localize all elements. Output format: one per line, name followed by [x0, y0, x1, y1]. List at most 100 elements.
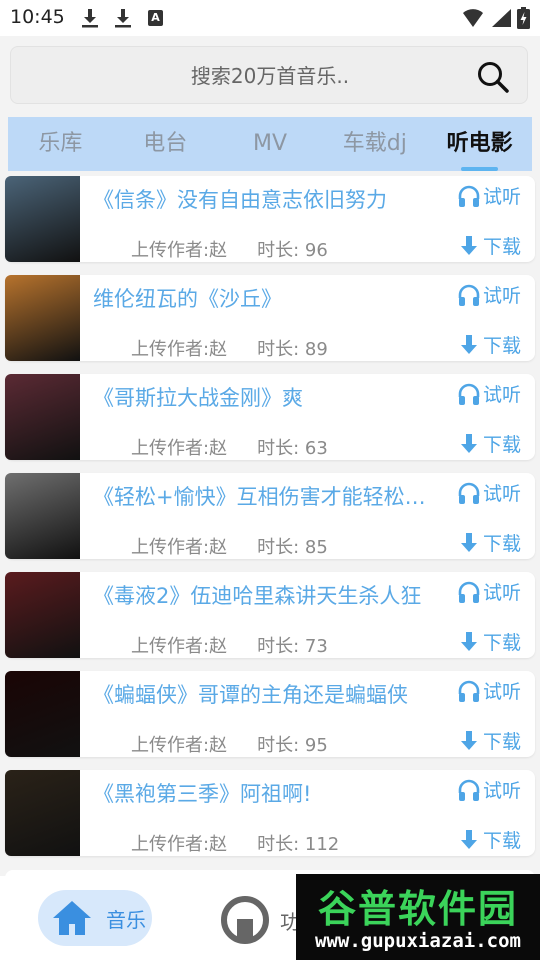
tab-movie-audio[interactable]: 听电影	[427, 117, 532, 171]
headphones-icon	[458, 284, 480, 306]
download-button[interactable]: 下载	[457, 529, 521, 556]
battery-charging-icon	[517, 7, 530, 29]
download-label: 下载	[483, 533, 522, 555]
listen-button[interactable]: 试听	[457, 281, 521, 308]
headphones-icon	[458, 581, 480, 603]
download-label: 下载	[483, 632, 522, 654]
watermark-url: www.gupuxiazai.com	[315, 930, 521, 952]
download-label: 下载	[483, 434, 522, 456]
list-item[interactable]: 《信条》没有自由意志依旧努力上传作者:赵 时长: 96 试听下载	[5, 176, 535, 262]
download-button[interactable]: 下载	[457, 430, 521, 457]
listen-button[interactable]: 试听	[457, 380, 521, 407]
listen-button[interactable]: 试听	[457, 776, 521, 803]
tab-car-dj[interactable]: 车载dj	[322, 117, 427, 171]
tab-library[interactable]: 乐库	[8, 117, 113, 171]
item-title[interactable]: 《哥斯拉大战金刚》爽	[93, 382, 443, 412]
list-item[interactable]: 《黑袍第三季》阿祖啊! 上传作者:赵 时长: 112 试听下载	[5, 770, 535, 856]
item-title[interactable]: 《蝙蝠侠》哥谭的主角还是蝙蝠侠	[93, 679, 443, 709]
item-duration: 时长: 112	[257, 834, 340, 855]
download-icon	[82, 9, 98, 28]
function-icon	[221, 896, 269, 944]
listen-label: 试听	[483, 186, 522, 208]
search-icon[interactable]	[476, 60, 510, 94]
item-meta: 上传作者:赵 时长: 112	[131, 830, 339, 856]
download-arrow-icon	[461, 235, 477, 255]
download-button[interactable]: 下载	[457, 331, 521, 358]
listen-label: 试听	[483, 285, 522, 307]
download-arrow-icon	[461, 829, 477, 849]
download-arrow-icon	[461, 334, 477, 354]
item-title[interactable]: 《轻松+愉快》互相伤害才能轻松愉快	[93, 481, 443, 511]
home-icon	[53, 901, 91, 935]
download-label: 下载	[483, 731, 522, 753]
listen-button[interactable]: 试听	[457, 578, 521, 605]
list-item[interactable]: 《轻松+愉快》互相伤害才能轻松愉快上传作者:赵 时长: 85 试听下载	[5, 473, 535, 559]
listen-label: 试听	[483, 681, 522, 703]
item-meta: 上传作者:赵 时长: 96	[131, 236, 328, 262]
list-item[interactable]: 《毒液2》伍迪哈里森讲天生杀人狂上传作者:赵 时长: 73 试听下载	[5, 572, 535, 658]
movie-poster-thumbnail[interactable]	[5, 374, 80, 460]
item-title[interactable]: 《信条》没有自由意志依旧努力	[93, 184, 443, 214]
item-meta: 上传作者:赵 时长: 89	[131, 335, 328, 361]
signal-icon	[492, 9, 511, 27]
item-duration: 时长: 73	[257, 636, 328, 657]
nav-music-label: 音乐	[106, 908, 146, 932]
headphones-icon	[458, 482, 480, 504]
search-bar[interactable]: 搜索20万首音乐..	[10, 46, 528, 104]
listen-label: 试听	[483, 582, 522, 604]
item-uploader: 上传作者:赵	[131, 735, 228, 756]
item-title[interactable]: 维伦纽瓦的《沙丘》	[93, 283, 443, 313]
item-duration: 时长: 96	[257, 240, 328, 261]
headphones-icon	[458, 680, 480, 702]
download-arrow-icon	[461, 730, 477, 750]
item-uploader: 上传作者:赵	[131, 438, 228, 459]
listen-label: 试听	[483, 780, 522, 802]
movie-poster-thumbnail[interactable]	[5, 275, 80, 361]
download-label: 下载	[483, 335, 522, 357]
item-duration: 时长: 95	[257, 735, 328, 756]
item-uploader: 上传作者:赵	[131, 339, 228, 360]
download-arrow-icon	[461, 631, 477, 651]
item-title[interactable]: 《毒液2》伍迪哈里森讲天生杀人狂	[93, 580, 443, 610]
item-duration: 时长: 85	[257, 537, 328, 558]
download-button[interactable]: 下载	[457, 826, 521, 853]
item-duration: 时长: 89	[257, 339, 328, 360]
list-item[interactable]: 《哥斯拉大战金刚》爽上传作者:赵 时长: 63 试听下载	[5, 374, 535, 460]
item-meta: 上传作者:赵 时长: 63	[131, 434, 328, 460]
list-item[interactable]: 《蝙蝠侠》哥谭的主角还是蝙蝠侠上传作者:赵 时长: 95 试听下载	[5, 671, 535, 757]
search-placeholder[interactable]: 搜索20万首音乐..	[11, 47, 529, 105]
movie-audio-list: 《信条》没有自由意志依旧努力 上传作者:赵 时长: 96 试听 下载 维伦纽瓦的《沙丘》上…	[0, 176, 540, 876]
list-item[interactable]: 维伦纽瓦的《沙丘》上传作者:赵 时长: 89 试听下载	[5, 275, 535, 361]
item-title[interactable]: 《黑袍第三季》阿祖啊!	[93, 778, 443, 808]
download-arrow-icon	[461, 433, 477, 453]
headphones-icon	[458, 779, 480, 801]
item-duration: 时长: 63	[257, 438, 328, 459]
wifi-icon	[463, 9, 483, 27]
item-meta: 上传作者:赵 时长: 95	[131, 731, 328, 757]
download-button[interactable]: 下载	[457, 727, 521, 754]
movie-poster-thumbnail[interactable]	[5, 770, 80, 856]
download-button[interactable]: 下载	[457, 628, 521, 655]
status-time: 10:45	[10, 6, 65, 28]
movie-poster-thumbnail[interactable]	[5, 473, 80, 559]
item-uploader: 上传作者:赵	[131, 537, 228, 558]
category-tabs: 乐库 电台 MV 车载dj 听电影	[8, 117, 532, 171]
item-uploader: 上传作者:赵	[131, 240, 228, 261]
item-meta: 上传作者:赵 时长: 73	[131, 632, 328, 658]
listen-button[interactable]: 试听	[457, 182, 521, 209]
item-uploader: 上传作者:赵	[131, 636, 228, 657]
listen-label: 试听	[483, 384, 522, 406]
tab-mv[interactable]: MV	[218, 117, 323, 171]
item-uploader: 上传作者:赵	[131, 834, 228, 855]
headphones-icon	[458, 185, 480, 207]
download-button[interactable]: 下载	[457, 232, 521, 259]
movie-poster-thumbnail[interactable]	[5, 572, 80, 658]
a-notification-icon: A	[148, 10, 163, 26]
movie-poster-thumbnail[interactable]	[5, 671, 80, 757]
nav-music[interactable]: 音乐	[38, 890, 152, 946]
listen-button[interactable]: 试听	[457, 479, 521, 506]
tab-radio[interactable]: 电台	[113, 117, 218, 171]
download-icon	[115, 9, 131, 28]
movie-poster-thumbnail[interactable]	[5, 176, 80, 262]
listen-button[interactable]: 试听	[457, 677, 521, 704]
